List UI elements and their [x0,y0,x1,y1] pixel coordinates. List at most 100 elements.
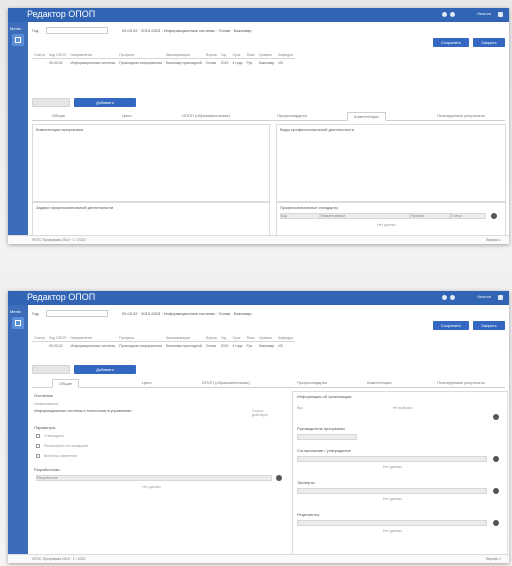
sidebar: Меню [8,305,28,563]
tab-general[interactable]: Общие [52,113,65,118]
tab-general[interactable]: Общие [52,379,80,388]
column-header[interactable]: Форма [203,51,219,59]
developers-header[interactable]: Разработчик [36,475,272,481]
title-bar: Редактор ОПОП Иванов [8,8,509,22]
column-header[interactable]: Уровень [256,334,277,342]
sidebar-module-icon[interactable] [12,34,24,46]
close-button[interactable]: Закрыть [473,321,505,330]
column-header[interactable]: Язык [244,334,257,342]
empty-note: Нет данных [383,529,403,533]
org-field-value[interactable]: Не выбрано [393,406,413,410]
column-header[interactable]: Код [280,213,320,219]
panel-title: Компетенции выпускника [36,127,84,132]
column-header[interactable]: Статус [32,51,48,59]
section-main-title: Основные [34,393,53,398]
column-header[interactable]: Статус [450,213,486,219]
table-cell: Информационные системы [70,60,116,65]
column-header[interactable]: Год [218,334,231,342]
column-header[interactable]: Квалификация [163,51,204,59]
column-header[interactable]: Направление [68,334,118,342]
approval-header[interactable] [297,456,487,462]
table-cell: 2019 [220,343,229,348]
changes-checkbox[interactable] [36,454,40,458]
name-field-value[interactable]: Информационные системы и технологии в уп… [34,409,234,413]
approved-checkbox[interactable] [36,434,40,438]
user-name[interactable]: Иванов [477,11,491,16]
column-header[interactable]: Срок [230,334,245,342]
checkbox-label: Рассмотрено на заседании [44,444,89,448]
tab-goals[interactable]: Цели [122,113,132,118]
column-header[interactable]: Форма [203,334,219,342]
table-cell: Бакалавр прикладной [165,60,202,65]
add-org-icon[interactable] [493,414,499,420]
column-header[interactable]: Код ОПОП [47,51,69,59]
add-expert-icon[interactable] [493,488,499,494]
tab-goals[interactable]: Цели [142,380,152,385]
column-header[interactable]: Язык [244,51,257,59]
column-header[interactable]: Кафедра [276,334,295,342]
tab-standards[interactable]: Профстандарты [277,113,307,118]
approval-section-title: Согласование / утверждение [297,448,351,453]
year-select[interactable] [46,27,108,34]
table-row[interactable]: 09.03.02 Информационные системы Прикладн… [32,342,295,350]
table-cell: 4 года [232,60,243,65]
experts-section-title: Эксперты [297,480,315,485]
add-approval-icon[interactable] [493,456,499,462]
add-button[interactable]: Добавить [74,98,136,107]
general-form-right: Информация об организации Вуз Не выбрано… [292,391,508,563]
settings-icon[interactable] [442,295,447,300]
tab-competencies[interactable]: Компетенции [347,112,386,121]
column-header[interactable]: Уровень [410,213,450,219]
checkbox-label: Внесены изменения [44,454,77,458]
add-developer-icon[interactable] [276,475,282,481]
sidebar-module-icon[interactable] [12,317,24,329]
year-select[interactable] [46,310,108,317]
column-header[interactable]: Направление [68,51,118,59]
column-header[interactable]: Профиль [117,51,164,59]
tab-results[interactable]: Планируемые результаты [437,113,485,118]
tab-results[interactable]: Планируемые результаты [437,380,485,385]
competencies-panel: Компетенции выпускника [32,124,270,202]
column-header[interactable]: Год [218,51,231,59]
empty-note: Нет данных [377,223,397,227]
table-cell: Бакалавр [258,343,275,348]
table-cell [32,342,47,350]
experts-header[interactable] [297,488,487,494]
status-left: ФГОС Программа 2019 · 1 / 2023 [32,557,86,561]
add-reviewer-icon[interactable] [493,520,499,526]
settings-icon[interactable] [442,12,447,17]
user-icon[interactable] [450,12,455,17]
tab-program[interactable]: ОПОП (образовательная) [182,113,230,118]
column-header[interactable]: Наименование [320,213,410,219]
column-header[interactable]: Профиль [117,334,164,342]
reviewers-header[interactable] [297,520,487,526]
sidebar-menu-label[interactable]: Меню [10,309,21,314]
window-menu-icon[interactable] [498,12,503,17]
filter-label: Год: [32,311,40,316]
column-header[interactable]: Уровень [256,51,277,59]
head-select[interactable] [297,434,357,440]
filter-row: Год: 09.03.02 · 2019-2023 · Информационн… [32,308,505,318]
save-button[interactable]: Сохранить [433,38,469,47]
column-header[interactable]: Срок [230,51,245,59]
add-standard-icon[interactable] [491,213,497,219]
column-header[interactable]: Код ОПОП [47,334,69,342]
column-header[interactable]: Квалификация [163,334,204,342]
table-cell: Прикладная информатика [119,343,162,348]
user-icon[interactable] [450,295,455,300]
user-name[interactable]: Иванов [477,294,491,299]
reviewers-section-title: Рецензенты [297,512,320,517]
table-row[interactable]: 09.03.02 Информационные системы Прикладн… [32,59,295,67]
save-button[interactable]: Сохранить [433,321,469,330]
sidebar-menu-label[interactable]: Меню [10,26,21,31]
window-menu-icon[interactable] [498,295,503,300]
main-content: Год: 09.03.02 · 2019-2023 · Информационн… [28,305,509,563]
tab-program[interactable]: ОПОП (образовательная) [202,380,250,385]
tab-competencies[interactable]: Компетенции [367,380,392,385]
add-button[interactable]: Добавить [74,365,136,374]
column-header[interactable]: Кафедра [276,51,295,59]
close-button[interactable]: Закрыть [473,38,505,47]
column-header[interactable]: Статус [32,334,48,342]
reviewed-checkbox[interactable] [36,444,40,448]
tab-standards[interactable]: Профстандарты [297,380,327,385]
